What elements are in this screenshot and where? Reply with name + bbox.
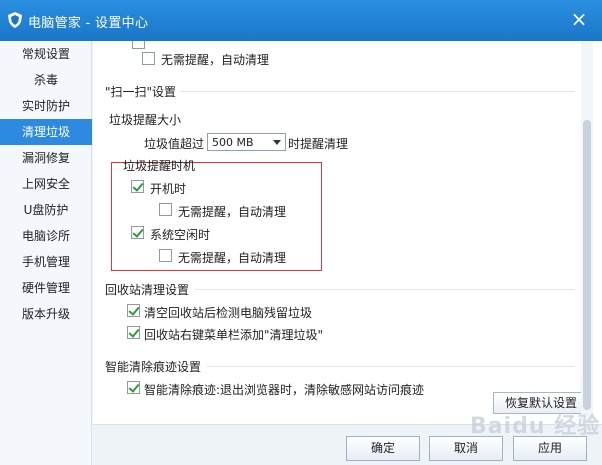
- recycle-section-title: 回收站清理设置: [105, 283, 190, 297]
- sidebar-item-realtime-protection[interactable]: 实时防护: [0, 93, 92, 119]
- chevron-down-icon: [273, 140, 281, 145]
- idle-auto-clean-checkbox[interactable]: [159, 249, 172, 262]
- junk-size-select[interactable]: 500 MB: [207, 133, 286, 151]
- junk-size-select-value: 500 MB: [212, 136, 254, 149]
- junk-size-title: 垃圾提醒大小: [109, 113, 182, 127]
- recycle-menu-checkbox[interactable]: [127, 326, 140, 339]
- sidebar-item-phone-management[interactable]: 手机管理: [0, 249, 92, 275]
- ok-button[interactable]: 确定: [346, 436, 420, 461]
- boot-auto-clean-label: 无需提醒，自动清理: [178, 205, 287, 219]
- scan-section-title: "扫一扫"设置: [105, 85, 177, 99]
- sidebar-item-hardware-management[interactable]: 硬件管理: [0, 275, 92, 301]
- sidebar-item-general[interactable]: 常规设置: [0, 41, 92, 67]
- sidebar-item-clean-junk[interactable]: 清理垃圾: [0, 119, 92, 145]
- scrollbar[interactable]: [581, 41, 593, 424]
- sidebar-item-web-security[interactable]: 上网安全: [0, 171, 92, 197]
- traces-section-title: 智能清除痕迹设置: [105, 360, 202, 374]
- settings-panel: 无需提醒，自动清理 "扫一扫"设置 垃圾提醒大小 垃圾值超过 500 MB 时提…: [93, 41, 602, 424]
- idle-checkbox[interactable]: [131, 226, 144, 239]
- scan-section-divider: [180, 91, 575, 92]
- smart-clean-traces-checkbox[interactable]: [127, 381, 140, 394]
- recycle-section-divider: [195, 289, 575, 290]
- boot-label: 开机时: [150, 182, 187, 196]
- title-bar: 电脑管家 - 设置中心 ×: [0, 0, 602, 41]
- junk-timing-title: 垃圾提醒时机: [123, 159, 196, 173]
- sidebar-item-antivirus[interactable]: 杀毒: [0, 67, 92, 93]
- smart-clean-traces-label: 智能清除痕迹:退出浏览器时，清除敏感网站访问痕迹: [144, 383, 425, 397]
- sidebar-item-usb-protection[interactable]: U盘防护: [0, 197, 92, 223]
- junk-size-prefix: 垃圾值超过: [144, 137, 205, 151]
- boot-auto-clean-checkbox[interactable]: [159, 203, 172, 216]
- partial-checkbox-top[interactable]: [132, 41, 145, 49]
- sidebar: 常规设置 杀毒 实时防护 清理垃圾 漏洞修复 上网安全 U盘防护 电脑诊所 手机…: [0, 41, 92, 465]
- sidebar-item-vulnerability-fix[interactable]: 漏洞修复: [0, 145, 92, 171]
- sidebar-item-pc-clinic[interactable]: 电脑诊所: [0, 223, 92, 249]
- junk-size-suffix: 时提醒清理: [288, 137, 349, 151]
- scrollbar-thumb[interactable]: [583, 120, 591, 410]
- recycle-detect-checkbox[interactable]: [127, 304, 140, 317]
- top-auto-clean-label: 无需提醒，自动清理: [161, 53, 270, 67]
- close-button[interactable]: ×: [566, 6, 592, 32]
- traces-section-divider: [207, 366, 575, 367]
- top-auto-clean-checkbox[interactable]: [142, 52, 155, 65]
- shield-logo-icon: [8, 12, 22, 28]
- idle-auto-clean-label: 无需提醒，自动清理: [178, 251, 287, 265]
- close-icon[interactable]: ×: [571, 7, 588, 31]
- sidebar-item-version-upgrade[interactable]: 版本升级: [0, 301, 92, 327]
- baidu-watermark: Baidu 经验: [470, 414, 601, 439]
- boot-checkbox[interactable]: [131, 180, 144, 193]
- recycle-detect-label: 清空回收站后检测电脑残留垃圾: [144, 306, 313, 320]
- idle-label: 系统空闲时: [150, 228, 211, 242]
- window-title: 电脑管家 - 设置中心: [28, 16, 149, 31]
- recycle-menu-label: 回收站右键菜单栏添加"清理垃圾": [144, 328, 324, 342]
